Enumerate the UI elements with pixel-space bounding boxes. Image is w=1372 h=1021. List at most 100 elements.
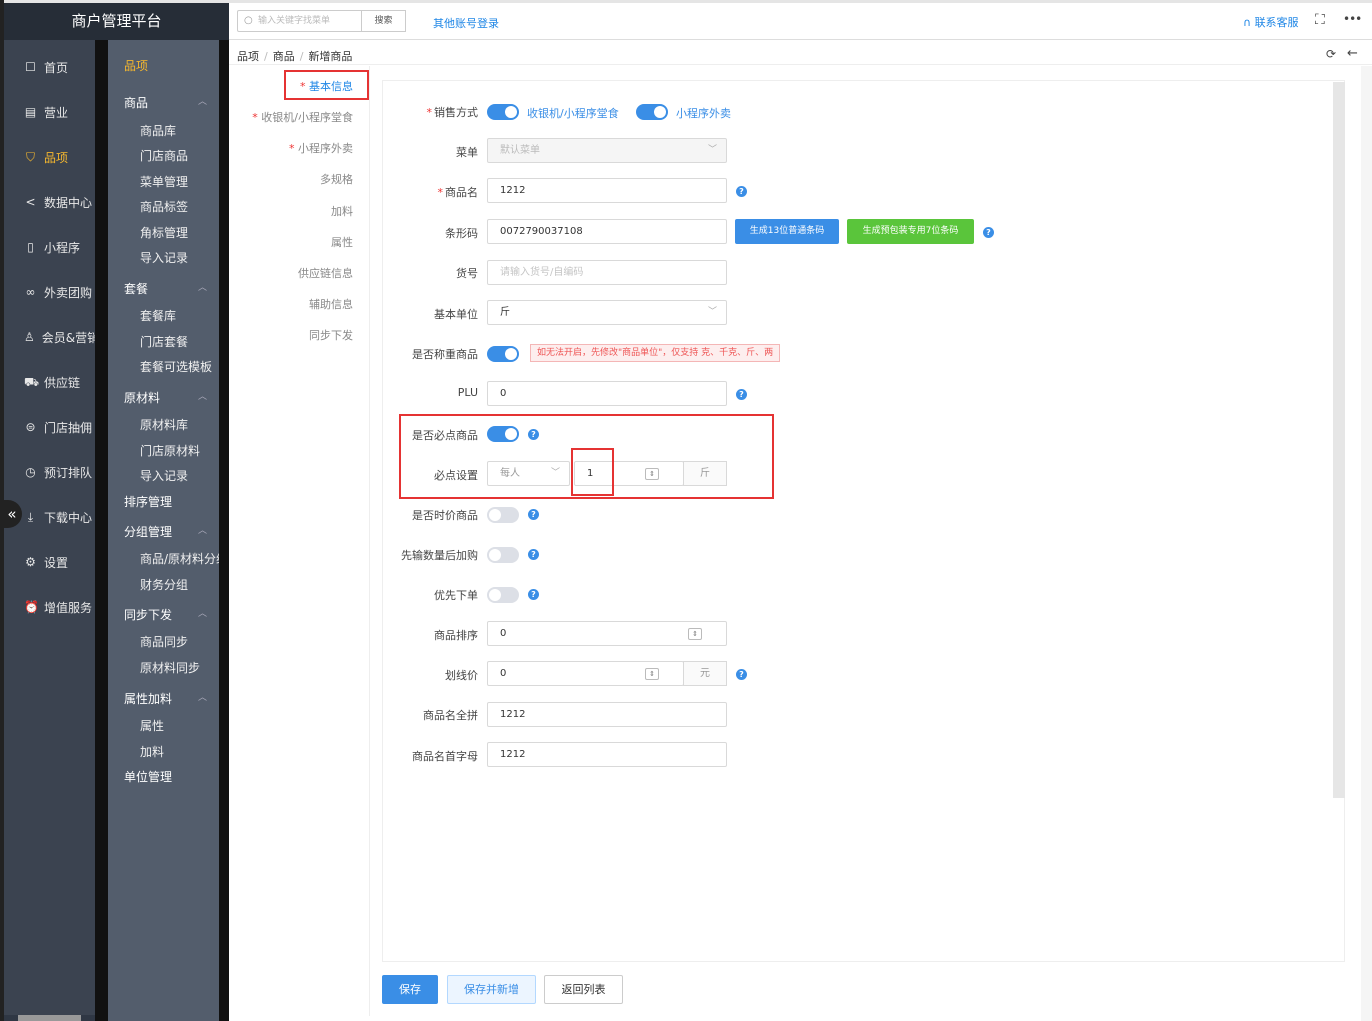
menu-search-input[interactable]: ○ 输入关键字找菜单 (237, 10, 362, 32)
nav-sub-material-sync[interactable]: 原材料同步 (140, 659, 200, 676)
nav-sub-import-records[interactable]: 导入记录 (140, 249, 188, 266)
nav-sub-combo-library[interactable]: 套餐库 (140, 307, 176, 324)
tab-takeout[interactable]: * 小程序外卖 (289, 140, 353, 156)
weigh-toggle[interactable] (487, 346, 519, 362)
generate-7-barcode-button[interactable]: 生成预包装专用7位条码 (847, 219, 974, 244)
help-icon[interactable]: ? (983, 227, 994, 238)
nav-item-member[interactable]: ♙ 会员&营销 (4, 315, 99, 359)
tab-supply-chain[interactable]: 供应链信息 (298, 265, 353, 281)
chevron-up-icon[interactable]: ︿ (198, 389, 207, 402)
goods-sort-input[interactable]: 0 ⇕ (487, 621, 727, 646)
nav-sub-finance-groups[interactable]: 财务分组 (140, 576, 188, 593)
sale-mode-dine-in-toggle[interactable] (487, 104, 519, 120)
nav-sub-goods-library[interactable]: 商品库 (140, 122, 176, 139)
search-button[interactable]: 搜索 (362, 10, 406, 32)
goods-name-input[interactable]: 1212 (487, 178, 727, 203)
nav-sub-store-materials[interactable]: 门店原材料 (140, 442, 200, 459)
menu-select[interactable]: 默认菜单 ﹀ (487, 138, 727, 163)
nav-item-home[interactable]: ☐ 首页 (4, 45, 95, 89)
sku-input[interactable]: 请输入货号/自编码 (487, 260, 727, 285)
pinyin-input[interactable]: 1212 (487, 702, 727, 727)
nav-group-goods[interactable]: 商品 (124, 94, 148, 111)
nav-item-value-added[interactable]: ⏰ 增值服务 (4, 585, 95, 629)
nav-sub-material-import[interactable]: 导入记录 (140, 467, 188, 484)
back-to-list-button[interactable]: 返回列表 (544, 975, 623, 1004)
sidebar-scrollbar[interactable] (219, 40, 229, 1021)
nav-item-mini-program[interactable]: ▯ 小程序 (4, 225, 95, 269)
fullscreen-icon[interactable]: ⛶ (1315, 12, 1325, 28)
nav-group-attributes[interactable]: 属性加料 (124, 690, 172, 707)
right-edge-scrollbar[interactable] (1361, 66, 1372, 1021)
help-icon[interactable]: ? (528, 589, 539, 600)
tab-dine-in[interactable]: * 收银机/小程序堂食 (252, 109, 353, 125)
nav-item-delivery[interactable]: ∞ 外卖团购 (4, 270, 95, 314)
other-account-login-link[interactable]: 其他账号登录 (433, 15, 499, 31)
nav-sub-menu-manage[interactable]: 菜单管理 (140, 173, 188, 190)
seasonal-price-toggle[interactable] (487, 507, 519, 523)
help-icon[interactable]: ? (528, 509, 539, 520)
back-arrow-icon[interactable]: ← (1347, 46, 1358, 61)
initials-input[interactable]: 1212 (487, 742, 727, 767)
nav-sub-combo-template[interactable]: 套餐可选模板 (140, 358, 212, 375)
nav-item-business[interactable]: ▤ 营业 (4, 90, 95, 134)
nav-group-materials[interactable]: 原材料 (124, 389, 160, 406)
tab-multi-spec[interactable]: 多规格 (320, 171, 353, 187)
nav-sub-goods-groups[interactable]: 商品/原材料分组 (140, 550, 219, 567)
nav-sub-goods-sync[interactable]: 商品同步 (140, 633, 188, 650)
save-and-new-button[interactable]: 保存并新增 (447, 975, 536, 1004)
nav-item-data-center[interactable]: < 数据中心 (4, 180, 95, 224)
nav-group-combo[interactable]: 套餐 (124, 280, 148, 297)
more-icon[interactable]: ••• (1343, 12, 1362, 26)
nav-item-commission[interactable]: ⊜ 门店抽佣 (4, 405, 95, 449)
base-unit-select[interactable]: 斤 ﹀ (487, 300, 727, 325)
help-icon[interactable]: ? (528, 549, 539, 560)
nav-group-units[interactable]: 单位管理 (124, 768, 172, 785)
seasonal-price-label: 是否时价商品 (412, 509, 478, 522)
sale-mode-takeout-toggle[interactable] (636, 104, 668, 120)
nav-sub-addons[interactable]: 加料 (140, 743, 164, 760)
tab-attributes[interactable]: 属性 (331, 234, 353, 250)
tab-sync[interactable]: 同步下发 (309, 327, 353, 343)
breadcrumb-item[interactable]: 商品 (273, 50, 295, 63)
input-qty-first-toggle[interactable] (487, 547, 519, 563)
help-icon[interactable]: ? (736, 389, 747, 400)
tab-auxiliary[interactable]: 辅助信息 (309, 296, 353, 312)
nav-sub-store-combo[interactable]: 门店套餐 (140, 333, 188, 350)
nav-item-settings[interactable]: ⚙ 设置 (4, 540, 95, 584)
secondary-nav-title: 品项 (124, 59, 149, 73)
nav-sub-store-goods[interactable]: 门店商品 (140, 147, 188, 164)
nav-item-supply-chain[interactable]: ⛟ 供应链 (4, 360, 95, 404)
highlight-box-quantity (571, 448, 614, 496)
initials-label: 商品名首字母 (412, 750, 478, 763)
barcode-input[interactable]: 0072790037108 (487, 219, 727, 244)
nav-sub-attributes[interactable]: 属性 (140, 717, 164, 734)
nav-item-reservation[interactable]: ◷ 预订排队 (4, 450, 95, 494)
nav-item-products[interactable]: ⛉ 品项 (4, 135, 95, 179)
chevron-up-icon[interactable]: ︿ (198, 690, 207, 703)
contact-support-link[interactable]: ∩ 联系客服 (1243, 14, 1299, 30)
horizontal-scroll-thumb[interactable] (18, 1015, 81, 1021)
refresh-icon[interactable]: ⟳ (1326, 47, 1336, 61)
generate-13-barcode-button[interactable]: 生成13位普通条码 (735, 219, 839, 244)
help-icon[interactable]: ? (736, 669, 747, 680)
help-icon[interactable]: ? (736, 186, 747, 197)
nav-group-sync[interactable]: 同步下发 (124, 606, 172, 623)
plu-input[interactable]: 0 (487, 381, 727, 406)
chevron-up-icon[interactable]: ︿ (198, 606, 207, 619)
input-qty-first-label: 先输数量后加购 (401, 549, 478, 562)
tab-addons[interactable]: 加料 (331, 203, 353, 219)
chevron-up-icon[interactable]: ︿ (198, 523, 207, 536)
panel-scrollbar[interactable] (1333, 82, 1345, 798)
strike-price-input[interactable]: 0 ⇕ (487, 661, 684, 686)
nav-sub-corner-marks[interactable]: 角标管理 (140, 224, 188, 241)
nav-sub-material-library[interactable]: 原材料库 (140, 416, 188, 433)
chevron-up-icon[interactable]: ︿ (198, 94, 207, 107)
nav-sub-goods-tags[interactable]: 商品标签 (140, 198, 188, 215)
nav-group-sorting[interactable]: 排序管理 (124, 493, 172, 510)
priority-order-toggle[interactable] (487, 587, 519, 603)
chevron-up-icon[interactable]: ︿ (198, 280, 207, 293)
save-button[interactable]: 保存 (382, 975, 438, 1004)
breadcrumb-item[interactable]: 品项 (237, 50, 259, 63)
breadcrumb: 品项 / 商品 / 新增商品 (237, 50, 353, 63)
nav-group-grouping[interactable]: 分组管理 (124, 523, 172, 540)
